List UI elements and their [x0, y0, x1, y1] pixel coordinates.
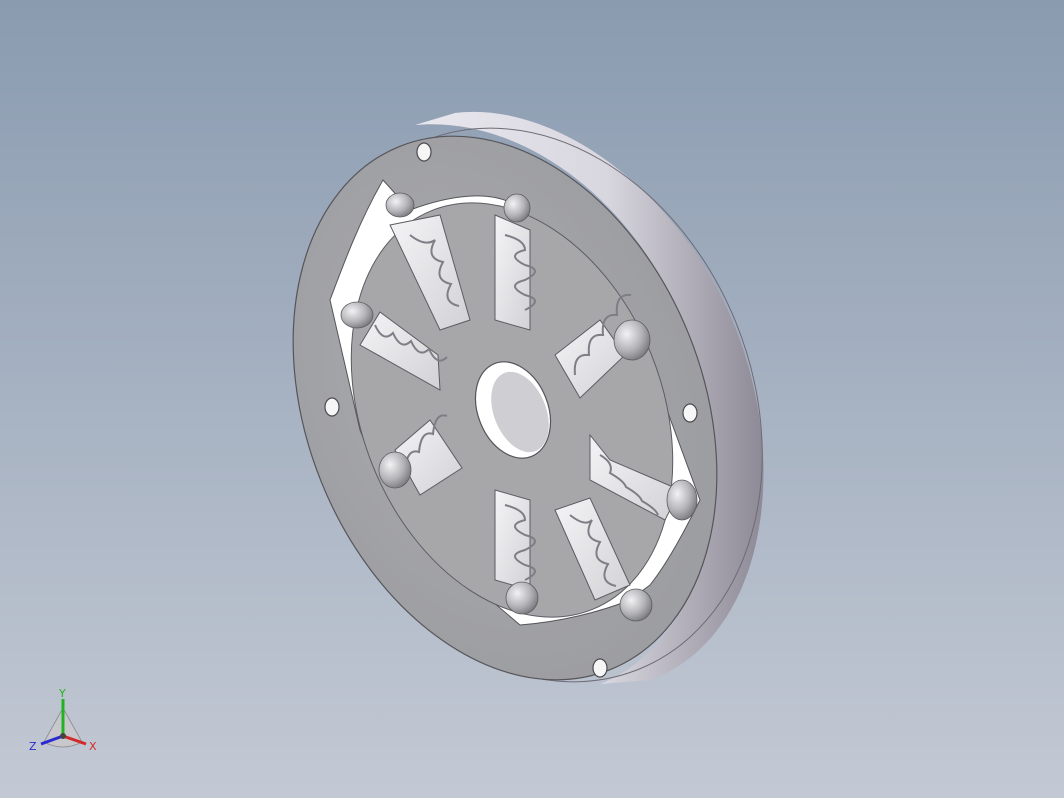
3d-viewport[interactable]: Y X Z [0, 0, 1064, 798]
triad-y-label: Y [58, 687, 66, 700]
triad-z-label: Z [29, 740, 37, 753]
triad-origin [60, 733, 66, 739]
triad-x-label: X [89, 740, 97, 753]
model-canvas[interactable]: Y X Z [0, 0, 1064, 798]
